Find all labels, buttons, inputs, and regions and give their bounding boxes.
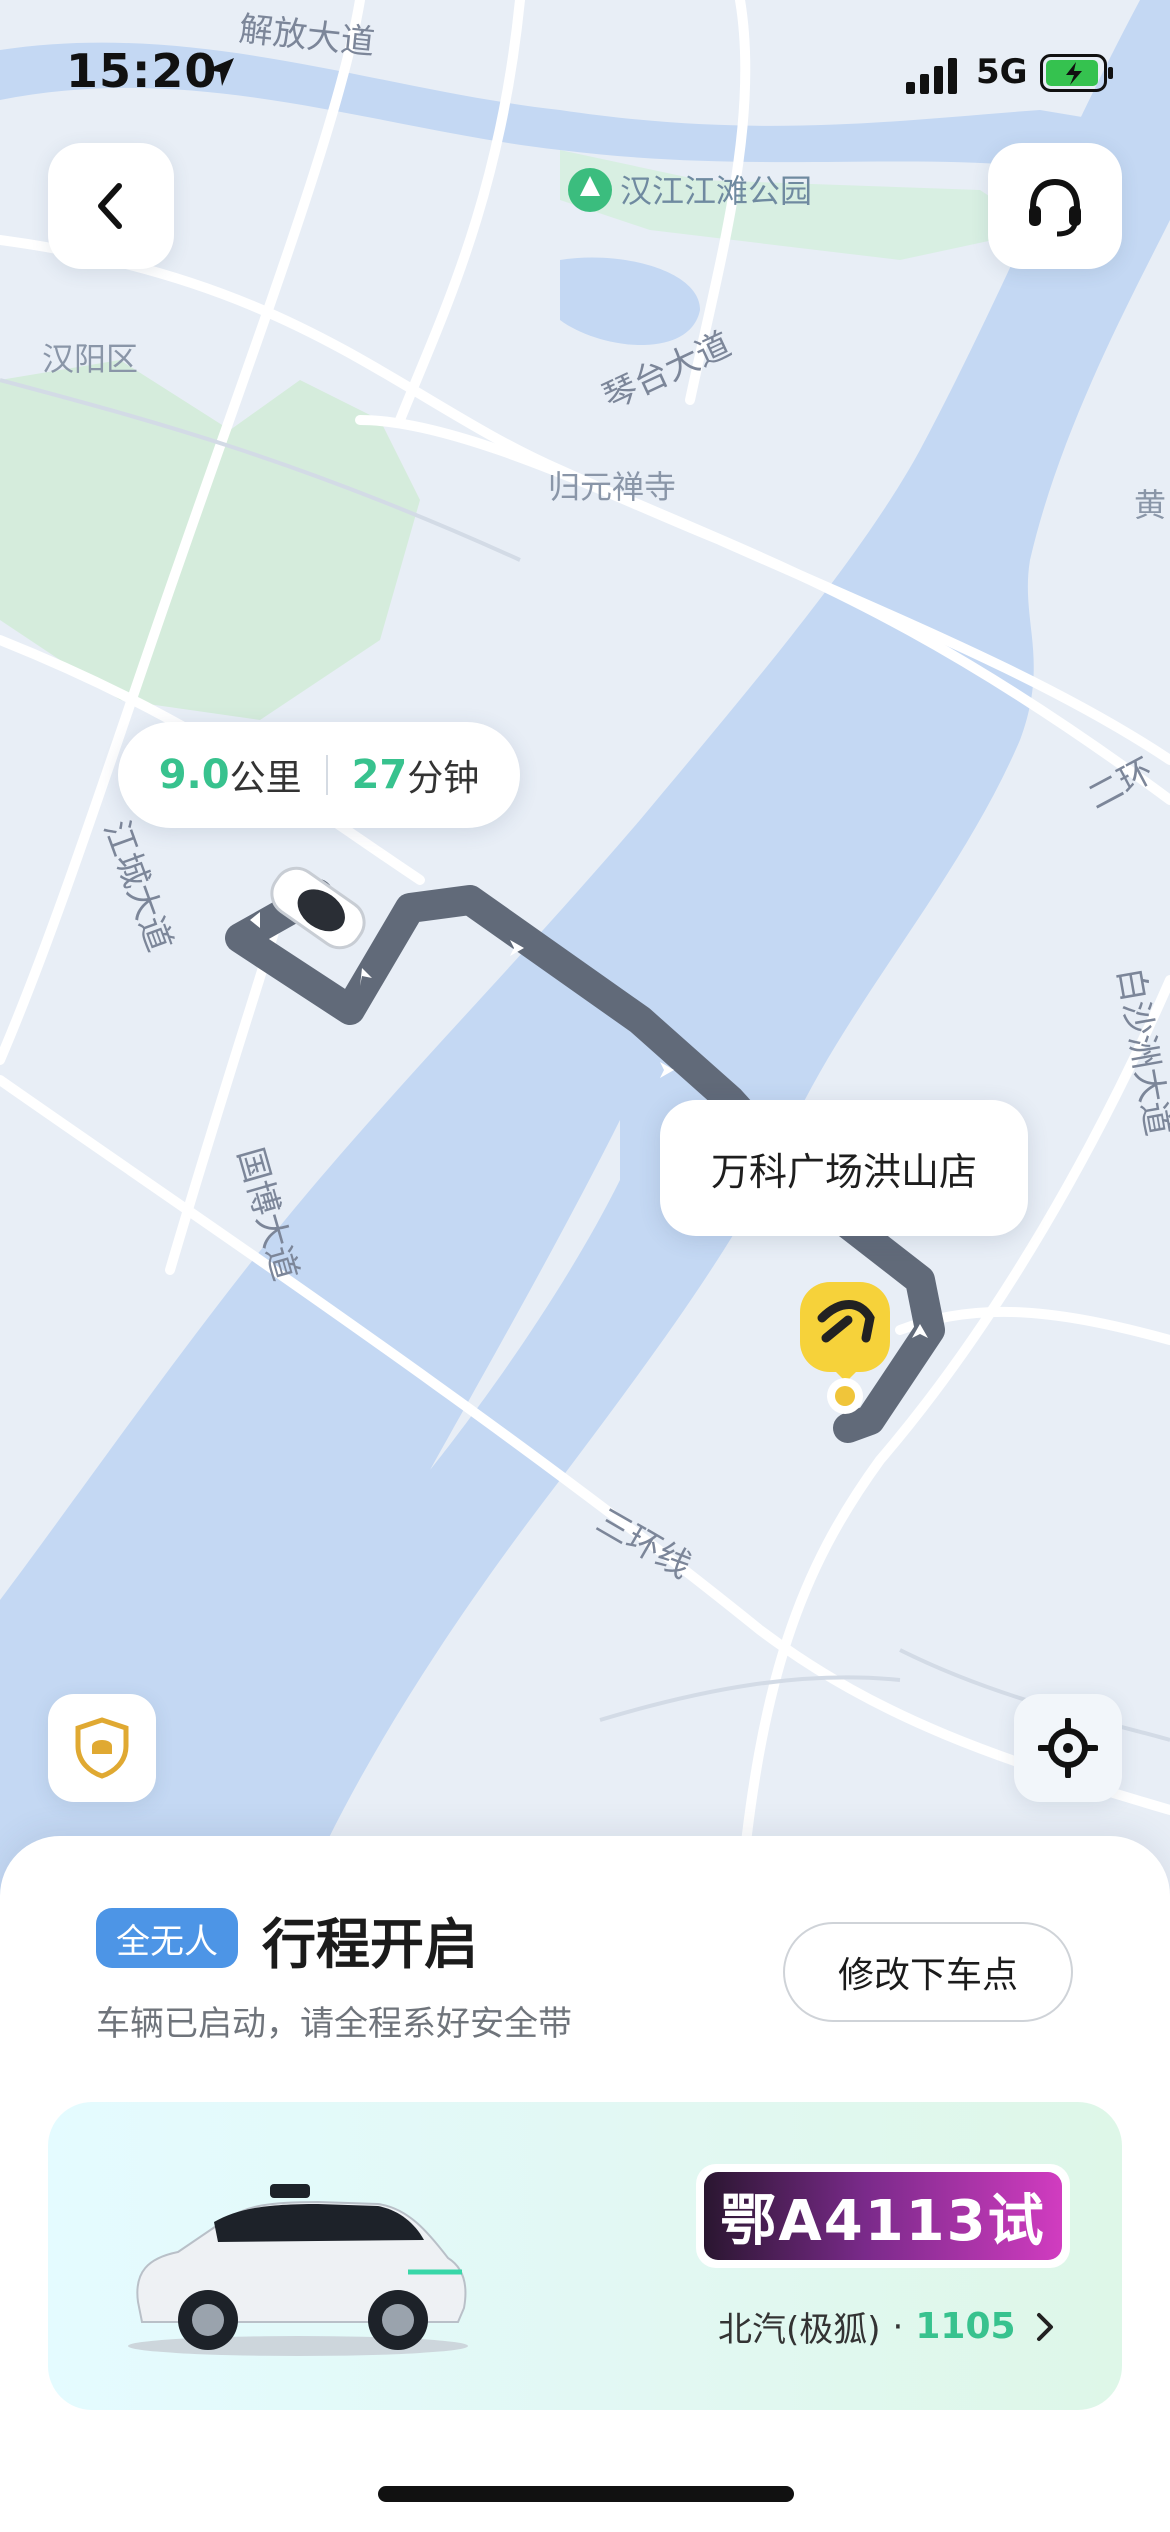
battery-icon xyxy=(1040,54,1113,92)
vehicle-image xyxy=(128,2184,468,2356)
map-label-temple: 归元禅寺 xyxy=(548,468,676,506)
trip-status-title: 行程开启 xyxy=(262,1913,478,1976)
time-unit: 分钟 xyxy=(407,758,480,799)
model-separator: · xyxy=(892,2306,904,2347)
distance-value: 9.0 xyxy=(158,752,230,798)
map-label-huang: 黄 xyxy=(1134,486,1166,524)
modify-dropoff-button[interactable]: 修改下车点 xyxy=(783,1922,1073,2022)
map-label-district: 汉阳区 xyxy=(42,340,138,378)
network-type: 5G xyxy=(976,52,1028,92)
time-value: 27 xyxy=(351,752,408,798)
locate-button[interactable] xyxy=(1014,1694,1122,1802)
shield-icon xyxy=(75,1717,129,1779)
status-time: 15:20 xyxy=(66,44,218,98)
pill-divider xyxy=(325,755,328,795)
license-plate: 鄂A4113试 xyxy=(696,2164,1070,2268)
vehicle-model: 北汽(极狐) xyxy=(718,2310,881,2350)
map-label-park: 汉江江滩公园 xyxy=(620,172,812,210)
license-plate-text: 鄂A4113试 xyxy=(704,2172,1062,2260)
signal-icon xyxy=(906,58,957,94)
headset-icon xyxy=(1029,178,1081,237)
vehicle-number: 1105 xyxy=(915,2306,1016,2347)
safety-button[interactable] xyxy=(48,1694,156,1802)
distance-unit: 公里 xyxy=(229,758,302,799)
destination-bubble[interactable]: 万科广场洪山店 xyxy=(660,1100,1028,1236)
back-button[interactable] xyxy=(48,143,174,269)
chevron-right-icon xyxy=(1036,2312,1053,2341)
status-bar: 15:20 5G xyxy=(0,0,1170,140)
vehicle-card[interactable]: 鄂A4113试 北汽(极狐) · 1105 xyxy=(48,2102,1122,2410)
crosshair-icon xyxy=(1038,1718,1098,1778)
home-indicator[interactable] xyxy=(378,2486,794,2502)
customer-support-button[interactable] xyxy=(988,143,1122,269)
chevron-left-icon xyxy=(98,183,122,229)
trip-status-subtitle: 车辆已启动，请全程系好安全带 xyxy=(96,2004,572,2044)
route-map[interactable]: 解放大道 汉江江滩公园 汉阳区 琴台大道 归元禅寺 黄 二环 江城大道 国博大道… xyxy=(0,0,1170,1900)
location-arrow-icon xyxy=(206,58,234,86)
driverless-badge: 全无人 xyxy=(96,1908,238,1968)
vehicle-model-row[interactable]: 北汽(极狐) · 1105 xyxy=(718,2302,1054,2351)
route-info-pill: 9.0 公里 27 分钟 xyxy=(118,722,520,828)
